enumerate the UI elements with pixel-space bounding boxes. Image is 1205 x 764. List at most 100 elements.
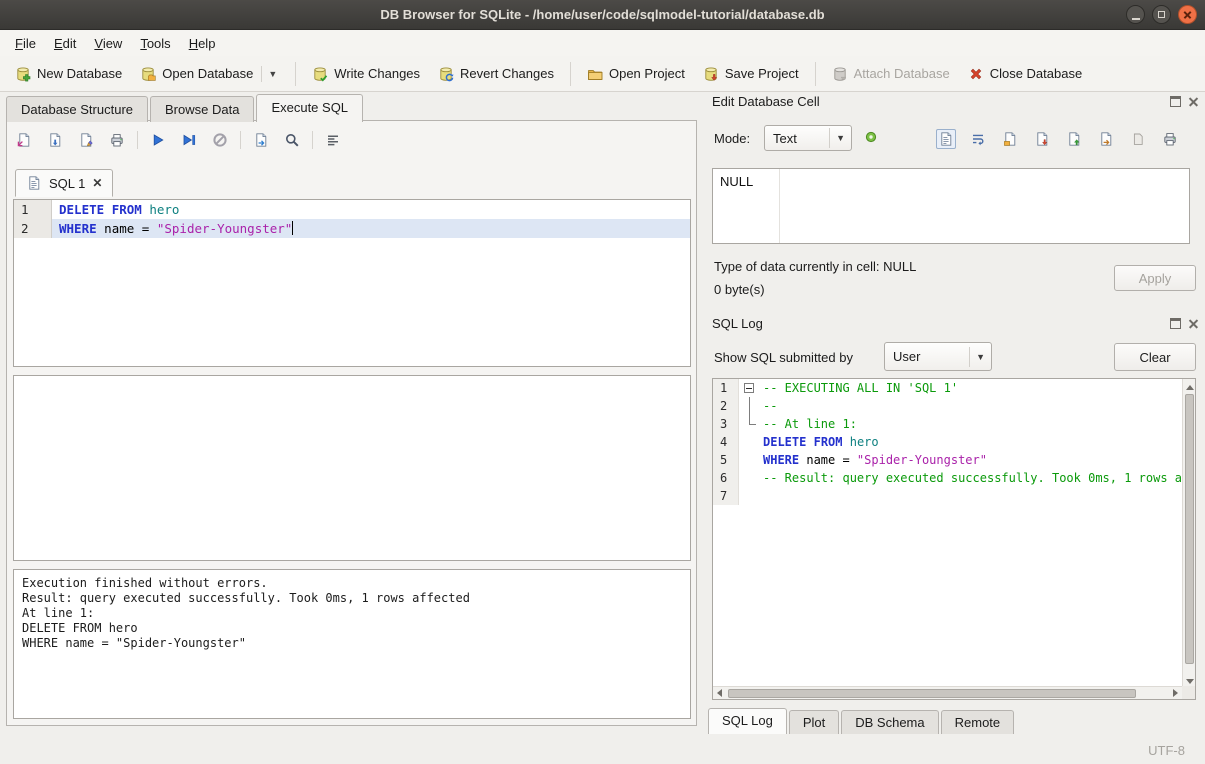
- clear-log-button[interactable]: Clear: [1114, 343, 1196, 371]
- maximize-icon: [1158, 11, 1165, 18]
- window-controls: [1126, 5, 1197, 24]
- line-number: 3: [713, 415, 739, 433]
- print-sql-button[interactable]: [106, 129, 128, 151]
- toolbar-separator: [137, 131, 138, 149]
- revert-changes-icon: [438, 66, 454, 82]
- mode-select[interactable]: Text ▼: [764, 125, 852, 151]
- cell-editor-icon-bar: [936, 129, 1180, 149]
- import-cell-data-button[interactable]: [1064, 129, 1084, 149]
- results-grid[interactable]: [13, 375, 691, 561]
- scroll-right-arrow[interactable]: [1169, 687, 1182, 700]
- sql-document-icon: [26, 175, 42, 191]
- auto-apply-icon: [863, 129, 879, 145]
- save-sql-as-button[interactable]: [75, 129, 97, 151]
- sql-log-dock-controls: [1170, 318, 1199, 329]
- chevron-down-icon: ▼: [829, 128, 851, 148]
- open-file-in-cell-button[interactable]: [1000, 129, 1020, 149]
- line-number: 1: [713, 379, 739, 397]
- toolbar-separator: [312, 131, 313, 149]
- message-line: Result: query executed successfully. Too…: [22, 591, 682, 606]
- hscrollbar-thumb[interactable]: [728, 689, 1136, 698]
- horizontal-scrollbar[interactable]: [713, 686, 1182, 699]
- log-filter-select[interactable]: User ▼: [884, 342, 992, 371]
- export-cell-data-button[interactable]: [1096, 129, 1116, 149]
- save-sql-as-icon: [78, 132, 94, 148]
- open-project-button[interactable]: Open Project: [578, 61, 694, 87]
- write-changes-button[interactable]: Write Changes: [303, 61, 429, 87]
- attach-database-icon: [832, 66, 848, 82]
- fold-collapse-icon[interactable]: [739, 379, 761, 397]
- new-database-button[interactable]: New Database: [6, 61, 131, 87]
- save-sql-file-button[interactable]: [44, 129, 66, 151]
- save-cell-to-file-button[interactable]: [1032, 129, 1052, 149]
- menu-tools[interactable]: Tools: [131, 32, 179, 55]
- tab-browse-data[interactable]: Browse Data: [150, 96, 254, 122]
- apply-button: Apply: [1114, 265, 1196, 291]
- vscrollbar-thumb[interactable]: [1185, 394, 1194, 664]
- menu-help[interactable]: Help: [180, 32, 225, 55]
- open-database-dropdown-icon[interactable]: ▼: [261, 66, 279, 82]
- open-results-in-tab-button[interactable]: [250, 129, 272, 151]
- find-replace-button[interactable]: [281, 129, 303, 151]
- scroll-left-arrow[interactable]: [713, 687, 726, 700]
- toolbar-separator: [240, 131, 241, 149]
- text-cursor: [292, 221, 293, 235]
- open-database-button[interactable]: Open Database▼: [131, 61, 288, 87]
- window-title: DB Browser for SQLite - /home/user/code/…: [380, 7, 824, 22]
- float-dock-icon[interactable]: [1170, 318, 1181, 329]
- maximize-button[interactable]: [1152, 5, 1171, 24]
- close-sql-tab-icon[interactable]: ✕: [92, 176, 102, 190]
- import-cell-data-icon: [1066, 131, 1082, 147]
- execute-all-icon: [150, 132, 166, 148]
- dock-tab-remote[interactable]: Remote: [941, 710, 1015, 734]
- tab-execute-sql[interactable]: Execute SQL: [256, 94, 363, 122]
- menu-view[interactable]: View: [85, 32, 131, 55]
- set-null-button[interactable]: [1128, 129, 1148, 149]
- code-line: 1DELETE FROM hero: [14, 200, 690, 219]
- format-sql-button[interactable]: [322, 129, 344, 151]
- sql-tab-bar: SQL 1 ✕: [15, 167, 113, 197]
- execute-all-button[interactable]: [147, 129, 169, 151]
- revert-changes-button[interactable]: Revert Changes: [429, 61, 563, 87]
- auto-apply-button[interactable]: [861, 127, 881, 147]
- line-number: 2: [14, 219, 52, 238]
- menu-file[interactable]: File: [6, 32, 45, 55]
- cell-editor-area[interactable]: NULL: [712, 168, 1190, 244]
- stop-button[interactable]: [209, 129, 231, 151]
- scroll-up-arrow[interactable]: [1183, 379, 1196, 392]
- minimize-icon: [1132, 18, 1140, 20]
- float-dock-icon[interactable]: [1170, 96, 1181, 107]
- encoding-indicator[interactable]: UTF-8: [1148, 743, 1185, 758]
- title-bar[interactable]: DB Browser for SQLite - /home/user/code/…: [0, 0, 1205, 30]
- close-dock-icon[interactable]: [1188, 96, 1199, 107]
- message-line: WHERE name = "Spider-Youngster": [22, 636, 682, 651]
- close-button[interactable]: [1178, 5, 1197, 24]
- print-cell-button[interactable]: [1160, 129, 1180, 149]
- save-project-button[interactable]: Save Project: [694, 61, 808, 87]
- vertical-scrollbar[interactable]: [1182, 379, 1195, 686]
- export-cell-data-icon: [1098, 131, 1114, 147]
- text-mode-toggle[interactable]: [936, 129, 956, 149]
- message-line: At line 1:: [22, 606, 682, 621]
- word-wrap-toggle[interactable]: [968, 129, 988, 149]
- sql-editor[interactable]: 1DELETE FROM hero2WHERE name = "Spider-Y…: [13, 199, 691, 367]
- sql-log-view[interactable]: 1-- EXECUTING ALL IN 'SQL 1'2--3-- At li…: [712, 378, 1196, 700]
- dock-tab-plot[interactable]: Plot: [789, 710, 839, 734]
- execution-message-area[interactable]: Execution finished without errors.Result…: [13, 569, 691, 719]
- sql-tab[interactable]: SQL 1 ✕: [15, 169, 113, 197]
- execute-current-line-button[interactable]: [178, 129, 200, 151]
- menu-edit[interactable]: Edit: [45, 32, 85, 55]
- sql-tab-label: SQL 1: [49, 176, 85, 191]
- dock-tab-sql-log[interactable]: SQL Log: [708, 708, 787, 734]
- edit-cell-dock-controls: [1170, 96, 1199, 107]
- tab-database-structure[interactable]: Database Structure: [6, 96, 148, 122]
- open-sql-file-button[interactable]: [13, 129, 35, 151]
- scroll-down-arrow[interactable]: [1183, 673, 1196, 686]
- close-database-button[interactable]: Close Database: [959, 61, 1092, 87]
- minimize-button[interactable]: [1126, 5, 1145, 24]
- cell-size-text: 0 byte(s): [714, 282, 765, 297]
- line-number: 2: [713, 397, 739, 415]
- code-line: 2WHERE name = "Spider-Youngster": [14, 219, 690, 238]
- dock-tab-db-schema[interactable]: DB Schema: [841, 710, 938, 734]
- close-dock-icon[interactable]: [1188, 318, 1199, 329]
